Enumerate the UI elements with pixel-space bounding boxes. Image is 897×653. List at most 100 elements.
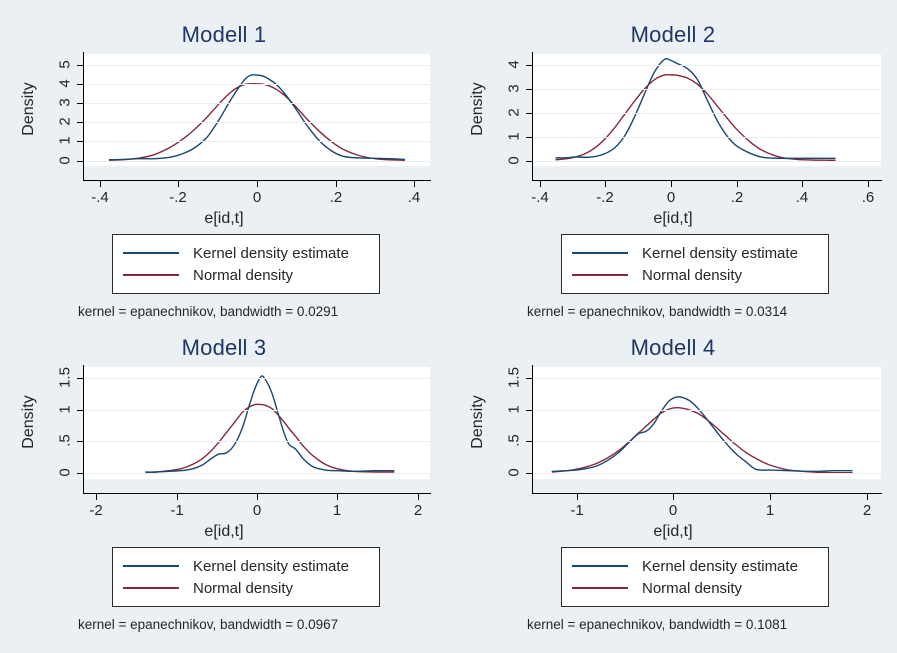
x-axis-label: e[id,t] bbox=[204, 523, 244, 540]
y-axis-label: Density bbox=[469, 395, 486, 449]
x-axis-tick bbox=[868, 181, 869, 187]
panel-title: Modell 2 bbox=[630, 22, 716, 47]
x-axis-tick-label: 1 bbox=[332, 502, 342, 519]
x-axis-tick-label: .4 bbox=[795, 189, 809, 206]
density-line bbox=[146, 404, 394, 472]
y-axis-tick bbox=[77, 410, 83, 411]
grid-line bbox=[84, 141, 430, 142]
y-axis-line bbox=[532, 365, 533, 493]
plot-area bbox=[533, 54, 881, 166]
legend-line-normal-icon bbox=[572, 274, 628, 276]
plot-area bbox=[84, 367, 430, 479]
grid-line bbox=[533, 473, 881, 474]
x-axis-label: e[id,t] bbox=[653, 210, 693, 227]
x-axis-tick-label: 0 bbox=[668, 502, 678, 519]
panel-modell-2: Modell 2 Density e[id,t] Kernel density … bbox=[449, 0, 897, 326]
x-axis-tick bbox=[257, 494, 258, 500]
x-axis-tick-label: -2 bbox=[89, 502, 103, 519]
grid-line bbox=[533, 161, 881, 162]
x-axis-tick bbox=[737, 181, 738, 187]
x-axis-tick-label: .2 bbox=[329, 189, 343, 206]
x-axis-tick bbox=[414, 181, 415, 187]
kernel-note: kernel = epanechnikov, bandwidth = 0.096… bbox=[78, 617, 339, 632]
x-axis-tick bbox=[96, 494, 97, 500]
y-axis-label: Density bbox=[20, 395, 37, 449]
grid-line bbox=[533, 137, 881, 138]
y-axis-tick bbox=[526, 441, 532, 442]
y-axis-tick bbox=[77, 122, 83, 123]
legend-line-normal-icon bbox=[123, 274, 179, 276]
x-axis-tick-label: .2 bbox=[730, 189, 744, 206]
grid-line bbox=[84, 473, 430, 474]
x-axis-tick bbox=[337, 494, 338, 500]
x-axis-tick-label: -1 bbox=[170, 502, 184, 519]
y-axis-tick bbox=[526, 161, 532, 162]
grid-line bbox=[84, 161, 430, 162]
grid-line bbox=[533, 65, 881, 66]
y-axis-tick bbox=[77, 65, 83, 66]
x-axis-tick-label: 1 bbox=[765, 502, 775, 519]
kernel-note: kernel = epanechnikov, bandwidth = 0.108… bbox=[527, 617, 788, 632]
plot-area bbox=[533, 367, 881, 479]
plot-area-wrapper bbox=[533, 367, 881, 479]
panel-modell-3: Modell 3 Density e[id,t] Kernel density … bbox=[0, 313, 448, 639]
y-axis-tick bbox=[77, 378, 83, 379]
legend-label-kernel: Kernel density estimate bbox=[642, 557, 798, 575]
panel-title: Modell 3 bbox=[181, 335, 267, 360]
x-axis-tick-label: 0 bbox=[252, 502, 262, 519]
legend: Kernel density estimate Normal density bbox=[112, 547, 380, 607]
legend-line-normal-icon bbox=[572, 587, 628, 589]
y-axis-tick bbox=[526, 113, 532, 114]
density-curves bbox=[84, 367, 430, 479]
y-axis-label: Density bbox=[20, 82, 37, 136]
x-axis-tick-label: -1 bbox=[570, 502, 584, 519]
x-axis-tick-label: .4 bbox=[407, 189, 421, 206]
legend: Kernel density estimate Normal density bbox=[561, 234, 829, 294]
legend-label-normal: Normal density bbox=[193, 266, 294, 284]
x-axis-tick bbox=[100, 181, 101, 187]
y-axis-tick-label: 0 bbox=[505, 468, 523, 477]
density-line bbox=[552, 397, 852, 472]
grid-line bbox=[84, 410, 430, 411]
plot-area bbox=[84, 54, 430, 166]
y-axis-tick-label: 1 bbox=[505, 405, 523, 414]
x-axis-tick-label: 0 bbox=[666, 189, 676, 206]
legend-label-normal: Normal density bbox=[193, 579, 294, 597]
x-axis-tick bbox=[418, 494, 419, 500]
x-axis-tick-label: -.4 bbox=[91, 189, 109, 206]
density-line bbox=[110, 75, 405, 160]
y-axis-tick-label: 4 bbox=[505, 60, 523, 69]
y-axis-tick bbox=[77, 473, 83, 474]
x-axis-tick bbox=[671, 181, 672, 187]
grid-line bbox=[84, 441, 430, 442]
x-axis-line bbox=[532, 180, 882, 181]
legend-row-kernel: Kernel density estimate bbox=[123, 242, 365, 264]
legend-label-kernel: Kernel density estimate bbox=[193, 244, 349, 262]
y-axis-tick-label: .5 bbox=[505, 434, 523, 447]
x-axis-label: e[id,t] bbox=[204, 210, 244, 227]
y-axis-tick bbox=[77, 161, 83, 162]
plot-area-wrapper bbox=[84, 54, 430, 166]
x-axis-tick bbox=[673, 494, 674, 500]
legend-label-kernel: Kernel density estimate bbox=[193, 557, 349, 575]
x-axis-tick bbox=[336, 181, 337, 187]
y-axis-tick bbox=[526, 65, 532, 66]
y-axis-line bbox=[83, 365, 84, 493]
x-axis-tick bbox=[605, 181, 606, 187]
legend-row-kernel: Kernel density estimate bbox=[572, 555, 814, 577]
x-axis-tick bbox=[867, 494, 868, 500]
density-line bbox=[146, 376, 394, 472]
y-axis-line bbox=[83, 52, 84, 180]
legend: Kernel density estimate Normal density bbox=[112, 234, 380, 294]
density-curves bbox=[533, 54, 881, 166]
y-axis-tick-label: 0 bbox=[56, 468, 74, 477]
panel-modell-4: Modell 4 Density e[id,t] Kernel density … bbox=[449, 313, 897, 639]
panel-modell-1: Modell 1 Density e[id,t] Kernel density … bbox=[0, 0, 448, 326]
legend-label-kernel: Kernel density estimate bbox=[642, 244, 798, 262]
panel-title: Modell 4 bbox=[630, 335, 716, 360]
legend: Kernel density estimate Normal density bbox=[561, 547, 829, 607]
x-axis-label: e[id,t] bbox=[653, 523, 693, 540]
y-axis-tick bbox=[77, 441, 83, 442]
legend-line-normal-icon bbox=[123, 587, 179, 589]
grid-line bbox=[84, 103, 430, 104]
